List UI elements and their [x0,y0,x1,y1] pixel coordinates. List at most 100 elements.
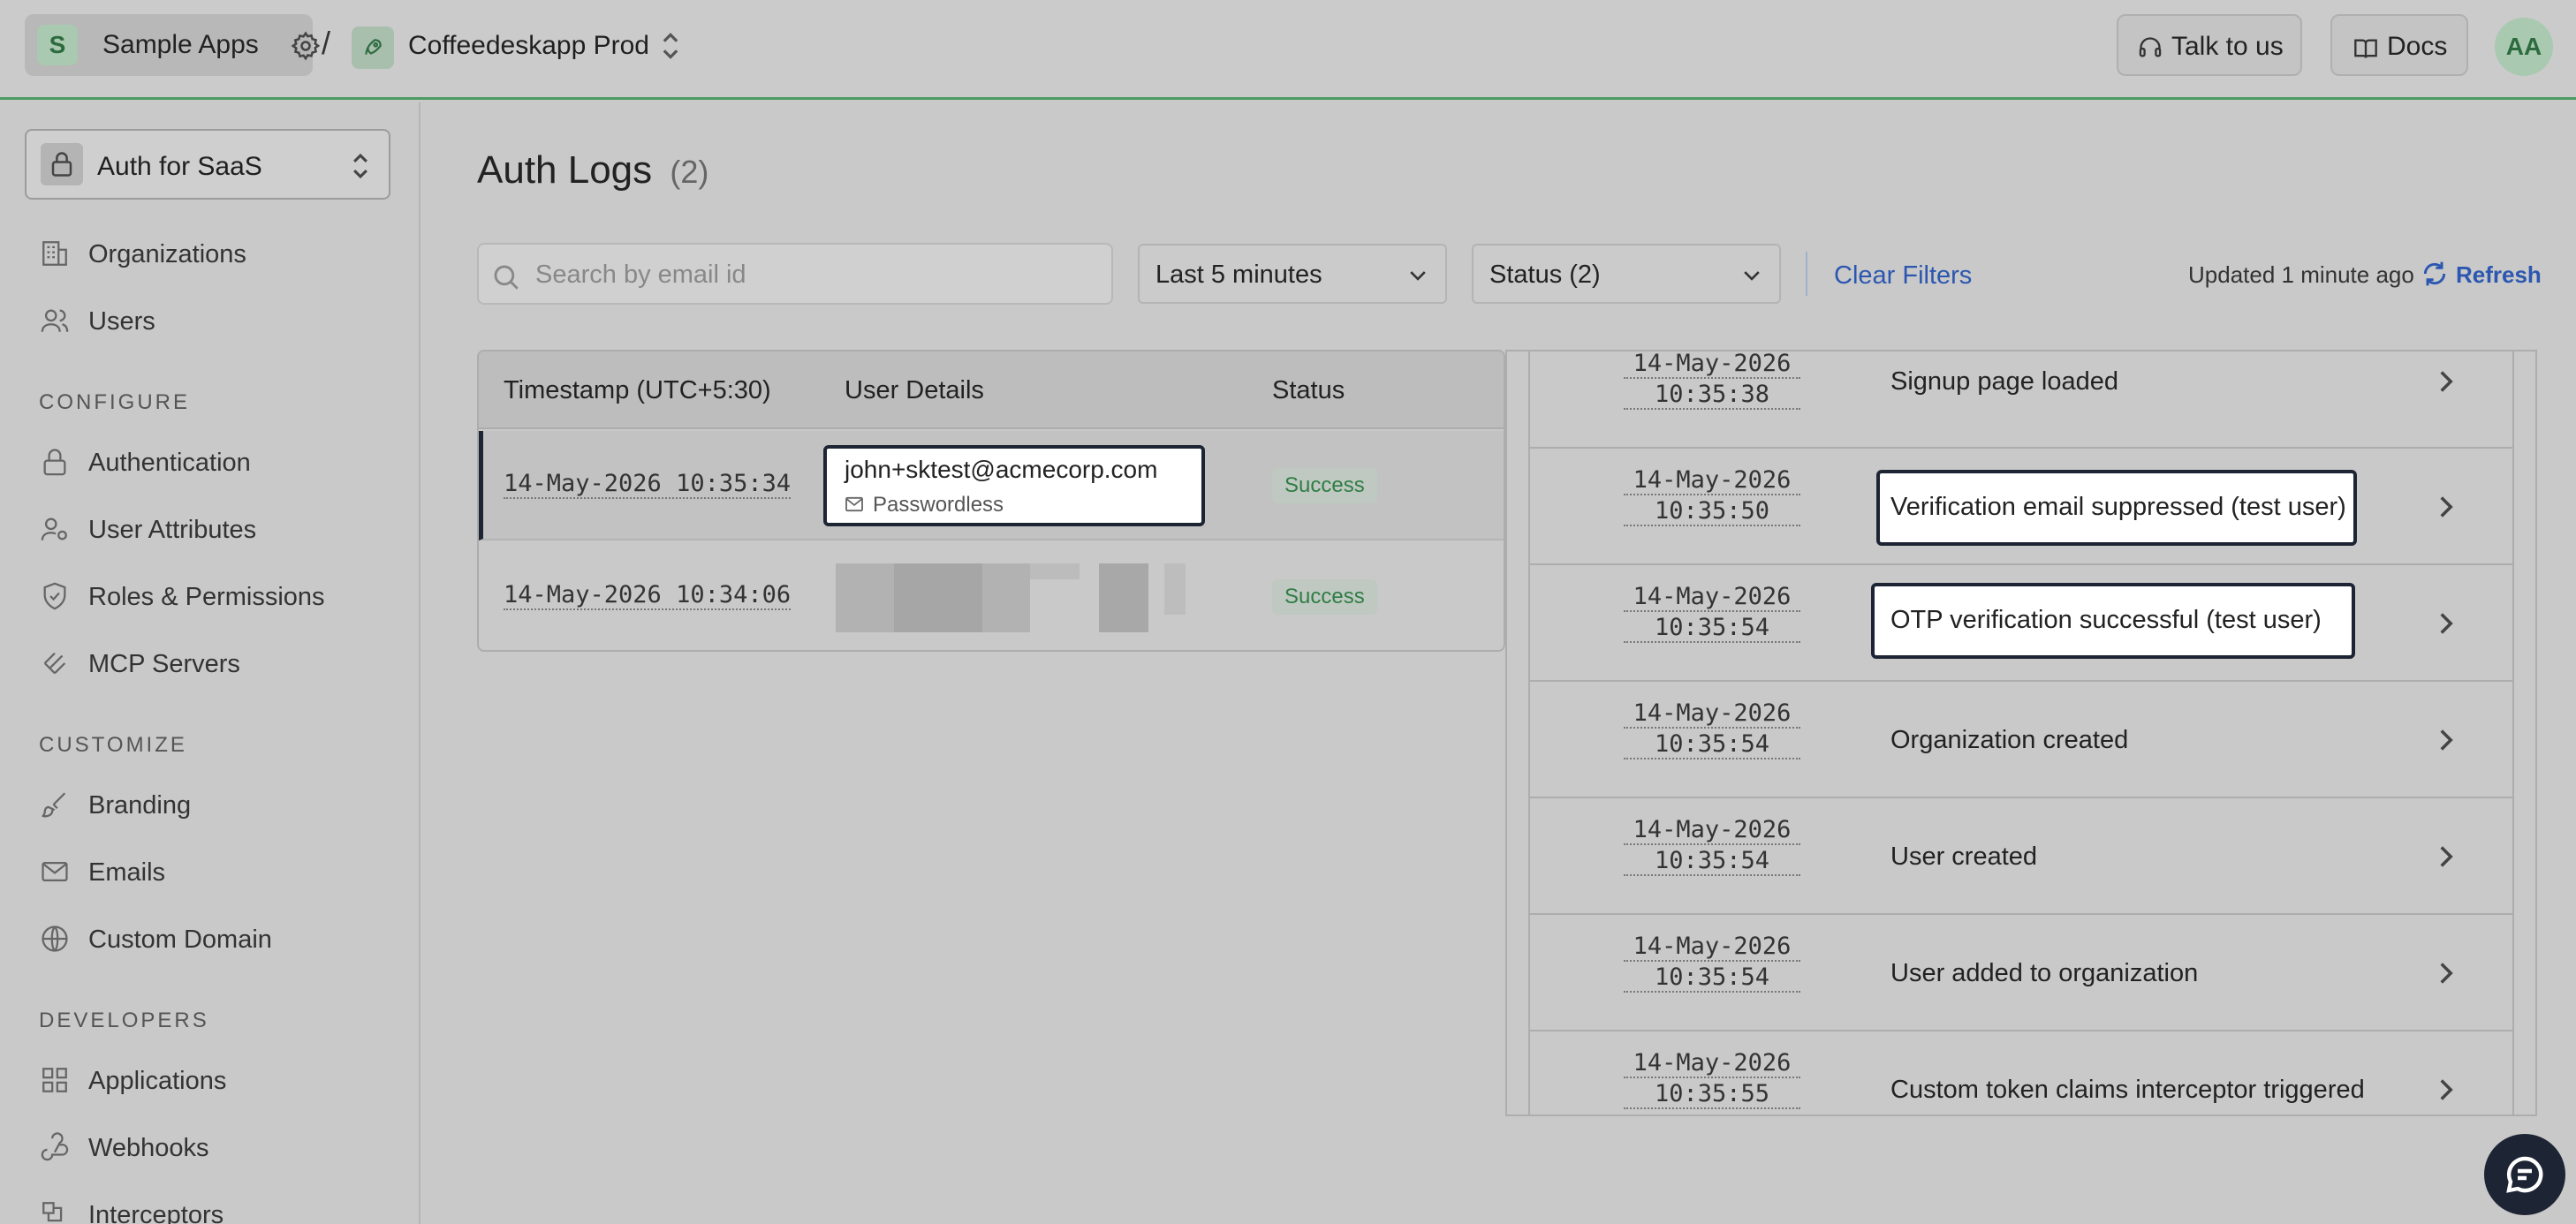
sidebar-item-organizations[interactable]: Organizations [39,231,392,276]
project-name: Auth for SaaS [97,152,262,181]
chevron-right-icon [2436,369,2456,394]
environment-name[interactable]: Coffeedeskapp Prod [408,31,649,61]
highlighted-event: Verification email suppressed (test user… [1876,470,2357,546]
chevron-right-icon [2436,611,2456,636]
chevron-down-icon [1740,265,1763,286]
status-badge: Success [1272,579,1377,615]
sidebar-item-label: Custom Domain [88,926,272,954]
refresh-icon [2421,260,2449,288]
event-timestamp: 14-May-2026 10:35:50 [1615,466,1809,528]
grid-icon [39,1065,71,1095]
status-dropdown[interactable]: Status (2) [1472,244,1781,304]
chevron-updown-icon[interactable] [659,30,682,62]
search-input[interactable] [535,257,1083,292]
chevron-right-icon [2436,1077,2456,1102]
chat-icon [2506,1156,2543,1193]
chevron-down-icon [1406,265,1429,286]
list-item[interactable]: 14-May-2026 10:35:54 Organization created [1530,682,2512,798]
sidebar-item-label: Organizations [88,240,246,268]
column-header-status: Status [1272,376,1345,404]
list-item[interactable]: 14-May-2026 10:35:50 Verification email s… [1530,449,2512,565]
book-icon [2353,37,2378,60]
sidebar-item-authentication[interactable]: Authentication [39,440,392,484]
chevron-right-icon [2436,728,2456,752]
event-timestamp: 14-May-2026 10:35:54 [1615,699,1809,761]
clear-filters-link[interactable]: Clear Filters [1834,261,1972,291]
chevron-right-icon [2436,495,2456,519]
event-timestamp: 14-May-2026 10:35:54 [1615,933,1809,994]
sidebar-item-label: Interceptors [88,1201,224,1224]
row-timestamp: 14-May-2026 10:34:06 [504,581,792,610]
sidebar-item-label: User Attributes [88,516,257,544]
lock-icon [39,447,71,477]
event-label: Organization created [1890,726,2129,754]
user-avatar[interactable]: AA [2495,18,2553,76]
sidebar-item-interceptors[interactable]: Interceptors [39,1192,392,1224]
sidebar-item-branding[interactable]: Branding [39,782,392,827]
sidebar-item-mcp-servers[interactable]: MCP Servers [39,641,392,685]
search-icon [491,262,521,292]
rocket-icon [352,26,394,69]
brush-icon [39,790,71,820]
page-title-count: (2) [670,154,709,190]
breadcrumb-separator: / [322,25,331,61]
webhook-icon [39,1132,71,1162]
sidebar-item-users[interactable]: Users [39,298,392,343]
sidebar-item-emails[interactable]: Emails [39,850,392,894]
chat-support-button[interactable] [2484,1134,2565,1215]
list-item[interactable]: 14-May-2026 10:35:54 User added to organi… [1530,915,2512,1031]
sidebar-item-label: MCP Servers [88,650,240,678]
table-row[interactable]: 14-May-2026 10:34:06 Success [479,542,1504,650]
sidebar-item-webhooks[interactable]: Webhooks [39,1125,392,1169]
org-avatar: S [37,25,78,65]
log-details-panel: 14-May-2026 10:35:38 Signup page loaded 1… [1505,350,2537,1116]
event-label: User created [1890,842,2038,871]
shield-icon [39,581,71,611]
search-field[interactable] [477,243,1113,305]
event-label: Custom token claims interceptor triggere… [1890,1076,2365,1104]
updated-timestamp: Updated 1 minute ago [2188,261,2414,288]
mail-icon [845,496,864,512]
table-row[interactable]: 14-May-2026 10:35:34 john+sktest@acmecor… [479,431,1504,540]
users-icon [39,306,71,336]
sidebar-item-label: Webhooks [88,1134,209,1162]
row-timestamp: 14-May-2026 10:35:34 [504,470,792,499]
event-label: User added to organization [1890,959,2199,987]
talk-to-us-button[interactable]: Talk to us [2117,14,2302,76]
sidebar-item-custom-domain[interactable]: Custom Domain [39,917,392,961]
table-header: Timestamp (UTC+5:30) User Details Status [479,351,1504,429]
list-item[interactable]: 14-May-2026 10:35:38 Signup page loaded [1530,351,2512,449]
chevron-updown-icon [350,150,371,182]
event-list: 14-May-2026 10:35:38 Signup page loaded 1… [1528,351,2514,1114]
sidebar-item-roles-permissions[interactable]: Roles & Permissions [39,574,392,618]
list-item[interactable]: 14-May-2026 10:35:54 User created [1530,798,2512,915]
sidebar-item-user-attributes[interactable]: User Attributes [39,507,392,551]
filter-divider [1806,252,1807,296]
highlighted-event: OTP verification successful (test user) [1871,583,2355,659]
gear-icon[interactable] [290,30,322,62]
chevron-right-icon [2436,961,2456,986]
user-email: john+sktest@acmecorp.com [845,456,1158,483]
sidebar-item-label: Roles & Permissions [88,583,325,611]
section-heading-configure: CONFIGURE [39,390,190,414]
project-selector[interactable]: Auth for SaaS [25,129,390,200]
org-name: Sample Apps [102,30,259,59]
sidebar-item-applications[interactable]: Applications [39,1058,392,1102]
time-range-value: Last 5 minutes [1155,261,1322,289]
docs-label: Docs [2387,32,2448,61]
interceptor-icon [39,1199,71,1224]
list-item[interactable]: 14-May-2026 10:35:54 OTP verification suc… [1530,565,2512,682]
docs-button[interactable]: Docs [2330,14,2468,76]
auth-logs-table: Timestamp (UTC+5:30) User Details Status… [477,350,1505,652]
column-header-user-details: User Details [845,376,984,404]
section-heading-developers: DEVELOPERS [39,1009,209,1032]
time-range-dropdown[interactable]: Last 5 minutes [1138,244,1447,304]
list-item[interactable]: 14-May-2026 10:35:55 Custom token claims … [1530,1031,2512,1114]
event-timestamp: 14-May-2026 10:35:55 [1615,1049,1809,1111]
status-badge: Success [1272,468,1377,503]
event-label: Verification email suppressed (test user… [1890,493,2346,521]
mcp-icon [39,648,71,678]
refresh-button[interactable]: Refresh [2421,258,2562,293]
org-switcher[interactable]: S Sample Apps [25,14,321,76]
column-header-timestamp: Timestamp (UTC+5:30) [504,376,771,404]
